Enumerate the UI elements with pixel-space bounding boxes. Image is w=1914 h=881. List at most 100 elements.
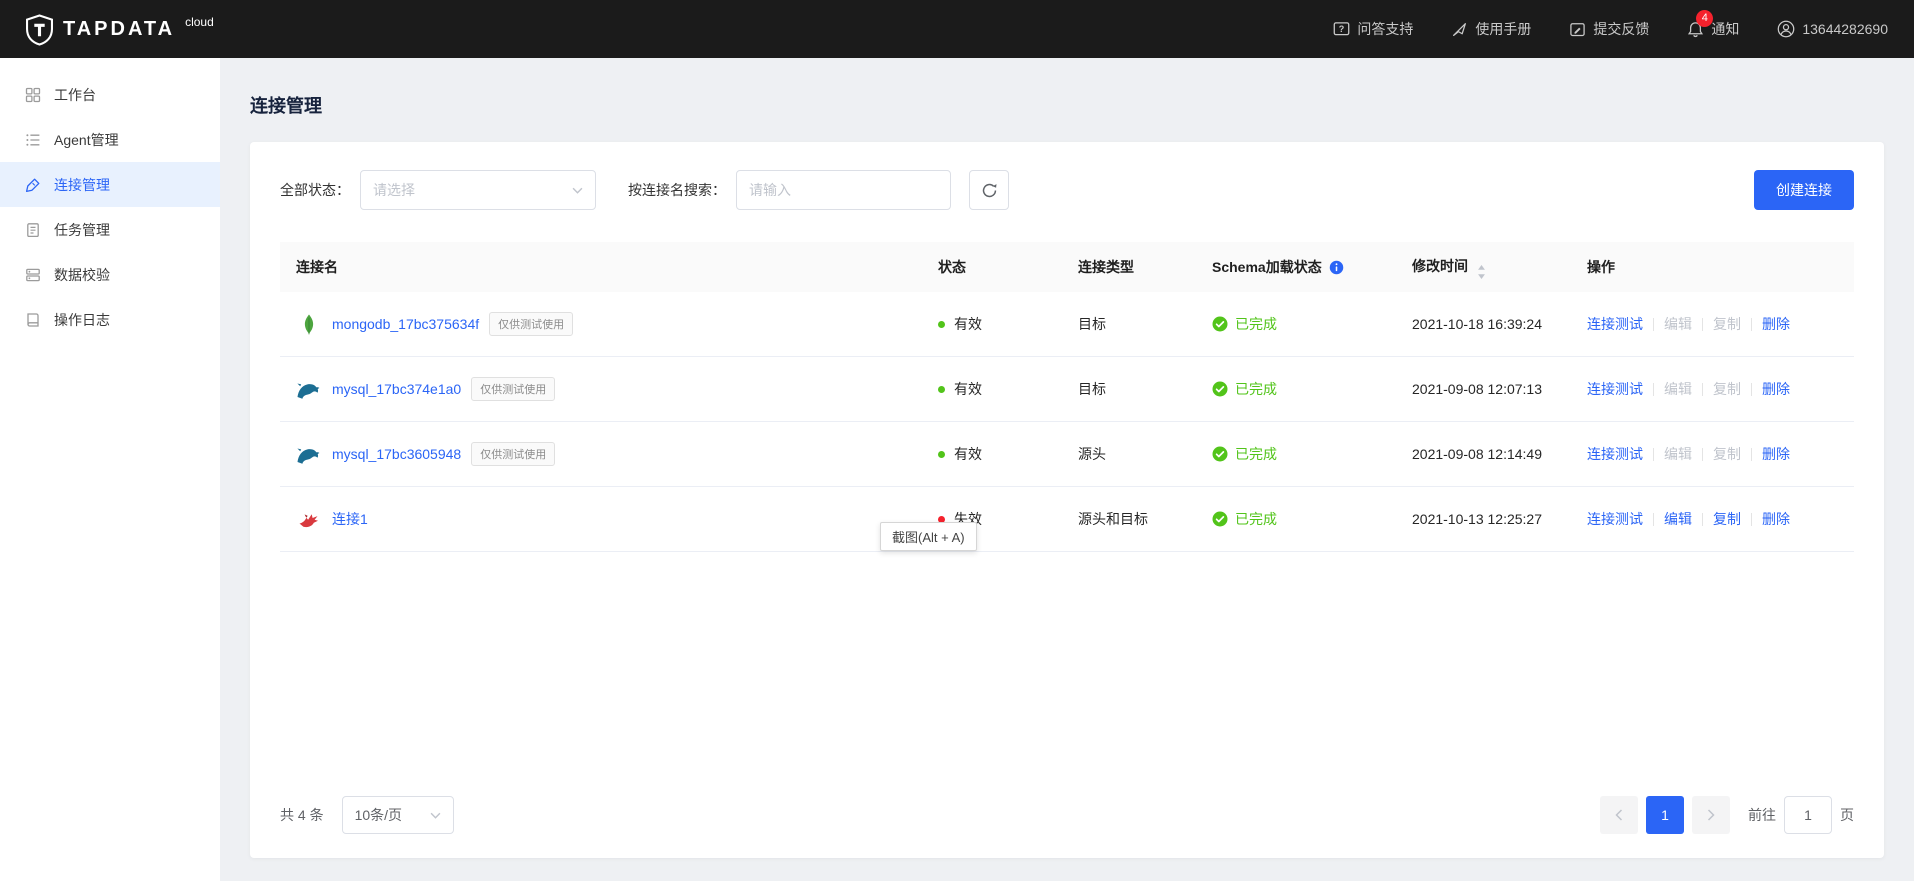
header-connection-name: 连接名 [296, 259, 338, 275]
connection-name-link[interactable]: 连接1 [332, 509, 368, 529]
connection-type: 目标 [1078, 316, 1106, 332]
connection-name-link[interactable]: mongodb_17bc375634f [332, 316, 479, 332]
agent-list-icon [26, 133, 40, 146]
schema-status-text: 已完成 [1235, 381, 1277, 397]
status-dot [938, 320, 945, 328]
check-circle-icon [1212, 381, 1228, 397]
delete-link[interactable]: 删除 [1762, 379, 1790, 399]
header-status-label: 状态 [938, 259, 966, 275]
prev-page-button[interactable] [1600, 796, 1638, 834]
search-input[interactable] [736, 170, 951, 210]
header-time-label: 修改时间 [1412, 257, 1468, 274]
connection-test-link[interactable]: 连接测试 [1587, 509, 1643, 529]
connections-card: 全部状态： 请选择 按连接名搜索： 创建连接 [250, 142, 1884, 858]
topnav-feedback-label: 提交反馈 [1593, 21, 1650, 37]
brand-name: TAPDATA [63, 18, 176, 40]
connection-pen-icon [25, 178, 40, 192]
status-text: 有效 [954, 316, 982, 332]
action-separator [1751, 317, 1752, 331]
header-modified-time: 修改时间 [1412, 256, 1587, 279]
action-separator [1653, 447, 1654, 461]
action-separator [1751, 447, 1752, 461]
status-filter-label: 全部状态： [280, 182, 350, 198]
delete-link[interactable]: 删除 [1762, 314, 1790, 334]
check-circle-icon [1212, 511, 1228, 527]
sort-carets-icon[interactable] [1477, 264, 1486, 279]
table-header: 连接名 状态 连接类型 Schema加载状态 修改时间 操作 [280, 242, 1854, 292]
next-page-button[interactable] [1692, 796, 1730, 834]
action-separator [1702, 512, 1703, 526]
sidebar-item-workbench[interactable]: 工作台 [0, 72, 220, 117]
status-text: 有效 [954, 381, 982, 397]
table-row: 连接1 失效 源头和目标 已完成 2021-10-13 12:25:27 连接测… [280, 487, 1854, 552]
topnav-notifications[interactable]: 4 通知 [1687, 9, 1739, 39]
topnav-manual[interactable]: 使用手册 [1451, 19, 1531, 39]
brand-logo[interactable]: TAPDATA cloud [26, 12, 214, 46]
delete-link[interactable]: 删除 [1762, 444, 1790, 464]
account-phone-number: 13644282690 [1802, 21, 1888, 37]
action-separator [1702, 382, 1703, 396]
schema-status-text: 已完成 [1235, 446, 1277, 462]
sidebar-item-logs[interactable]: 操作日志 [0, 297, 220, 342]
sidebar-item-tasks[interactable]: 任务管理 [0, 207, 220, 252]
sidebar-label-data-validation: 数据校验 [54, 266, 110, 283]
connection-test-link[interactable]: 连接测试 [1587, 444, 1643, 464]
goto-unit: 页 [1840, 807, 1854, 823]
mysql-icon [296, 441, 322, 467]
topnav-support[interactable]: ? 问答支持 [1333, 19, 1413, 39]
page-size-value: 10条/页 [354, 807, 403, 823]
header-operations: 操作 [1587, 259, 1615, 275]
mongodb-icon [296, 311, 322, 337]
sidebar-item-connections[interactable]: 连接管理 [0, 162, 220, 207]
status-filter-select[interactable]: 请选择 [360, 170, 596, 210]
sidebar-label-tasks: 任务管理 [54, 221, 110, 238]
goto-page-input[interactable] [1784, 796, 1832, 834]
sidebar-item-agent[interactable]: Agent管理 [0, 117, 220, 162]
sidebar-item-data-validation[interactable]: 数据校验 [0, 252, 220, 297]
header-schema-status: Schema加载状态 [1212, 257, 1412, 277]
status-filter-placeholder: 请选择 [373, 182, 415, 198]
connection-test-link[interactable]: 连接测试 [1587, 379, 1643, 399]
page-number-button[interactable]: 1 [1646, 796, 1684, 834]
status-dot [938, 450, 945, 458]
edit-link: 编辑 [1664, 446, 1692, 462]
brand-suffix: cloud [185, 15, 214, 29]
modified-time: 2021-09-08 12:14:49 [1412, 446, 1542, 462]
edit-link[interactable]: 编辑 [1664, 509, 1692, 529]
test-only-badge: 仅供测试使用 [471, 442, 556, 466]
info-icon[interactable] [1329, 260, 1344, 275]
connection-type: 目标 [1078, 381, 1106, 397]
topbar: TAPDATA cloud ? 问答支持 使用手册 提交反馈 4 通知 1364… [0, 0, 1914, 58]
header-status: 状态 [938, 257, 1078, 277]
connection-name-link[interactable]: mysql_17bc374e1a0 [332, 381, 461, 397]
schema-status-text: 已完成 [1235, 316, 1277, 332]
action-separator [1653, 382, 1654, 396]
connection-name-link[interactable]: mysql_17bc3605948 [332, 446, 461, 462]
page-size-select[interactable]: 10条/页 [341, 796, 454, 834]
custom-connector-bird-icon [296, 506, 322, 532]
topnav-account[interactable]: 13644282690 [1777, 20, 1888, 38]
workbench-grid-icon [25, 87, 41, 102]
test-only-badge: 仅供测试使用 [471, 377, 556, 401]
notification-badge: 4 [1696, 9, 1714, 27]
search-filter-label: 按连接名搜索： [628, 182, 726, 198]
action-separator [1751, 382, 1752, 396]
mysql-icon [296, 376, 322, 402]
connection-test-link[interactable]: 连接测试 [1587, 314, 1643, 334]
copy-link[interactable]: 复制 [1713, 509, 1741, 529]
task-clipboard-icon [27, 222, 39, 237]
connections-table: 连接名 状态 连接类型 Schema加载状态 修改时间 操作 mongodb_1… [280, 242, 1854, 552]
refresh-button[interactable] [969, 170, 1009, 210]
delete-link[interactable]: 删除 [1762, 509, 1790, 529]
topbar-nav: ? 问答支持 使用手册 提交反馈 4 通知 13644282690 [1333, 9, 1888, 39]
action-separator [1702, 447, 1703, 461]
table-row: mysql_17bc374e1a0 仅供测试使用 有效 目标 已完成 2021-… [280, 357, 1854, 422]
topnav-feedback[interactable]: 提交反馈 [1569, 19, 1649, 39]
goto-label: 前往 [1748, 807, 1776, 823]
status-dot [938, 385, 945, 393]
total-count: 共 4 条 [280, 807, 324, 823]
modified-time: 2021-10-18 16:39:24 [1412, 316, 1542, 332]
refresh-icon [982, 183, 997, 197]
modified-time: 2021-09-08 12:07:13 [1412, 381, 1542, 397]
create-connection-button[interactable]: 创建连接 [1754, 170, 1854, 210]
